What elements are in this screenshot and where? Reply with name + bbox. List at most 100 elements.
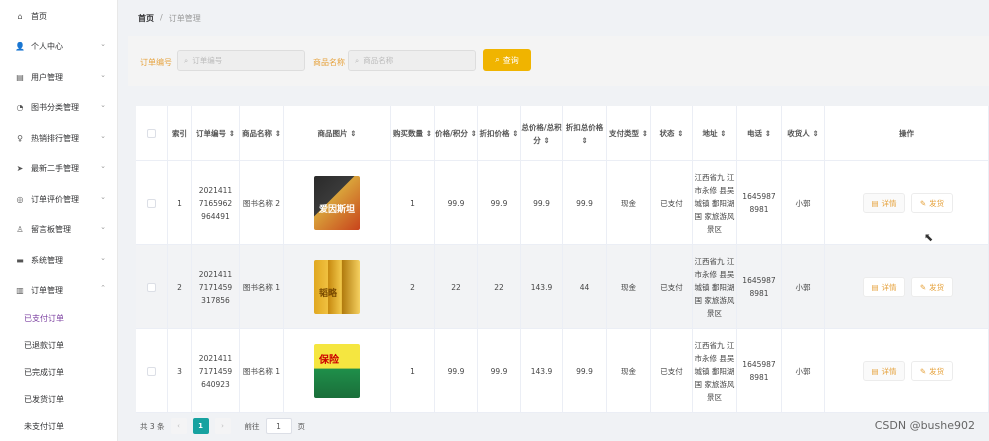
checkbox[interactable] bbox=[147, 198, 156, 208]
cell-product-name: 图书名称 1 bbox=[240, 329, 284, 413]
cell-pay-type: 现金 bbox=[607, 245, 651, 329]
cell-status: 已支付 bbox=[651, 245, 693, 329]
col-price[interactable]: 价格/积分 ⇕ bbox=[435, 106, 478, 161]
ship-button[interactable]: ✎ 发货 bbox=[911, 361, 953, 381]
sidebar-item-label: 订单评价管理 bbox=[31, 194, 79, 204]
sidebar-item-secondhand[interactable]: ➤ 最新二手管理 ⌄ bbox=[0, 155, 118, 181]
col-quantity[interactable]: 购买数量 ⇕ bbox=[391, 106, 435, 161]
col-order-no[interactable]: 订单编号 ⇕ bbox=[192, 106, 240, 161]
sidebar-sub-shipped[interactable]: 已发货订单 bbox=[0, 386, 118, 412]
sidebar-item-category[interactable]: ◔ 图书分类管理 ⌄ bbox=[0, 94, 118, 120]
document-icon: ▤ bbox=[871, 366, 879, 376]
book-cover-image: 韬略 bbox=[314, 260, 360, 314]
clock-icon: ◔ bbox=[16, 102, 24, 112]
sidebar-item-label: 个人中心 bbox=[31, 41, 63, 51]
chevron-down-icon: ⌄ bbox=[100, 71, 106, 79]
col-product-name[interactable]: 商品名称 ⇕ bbox=[240, 106, 284, 161]
chevron-down-icon: ⌄ bbox=[100, 162, 106, 170]
order-no-input[interactable]: ⌕ 订单编号 bbox=[177, 50, 305, 71]
cell-status: 已支付 bbox=[651, 161, 693, 245]
sidebar-item-hot[interactable]: ♀ 热销排行管理 ⌄ bbox=[0, 125, 118, 151]
chat-icon: ◎ bbox=[16, 194, 24, 204]
cell-index: 2 bbox=[168, 245, 192, 329]
col-product-image[interactable]: 商品图片 ⇕ bbox=[284, 106, 391, 161]
row-checkbox-cell[interactable] bbox=[136, 161, 168, 245]
cell-pay-type: 现金 bbox=[607, 161, 651, 245]
col-discount-total[interactable]: 折扣总价格 ⇕ bbox=[563, 106, 607, 161]
user-icon: 👤 bbox=[15, 41, 25, 51]
col-phone[interactable]: 电话 ⇕ bbox=[737, 106, 782, 161]
next-page-button[interactable]: › bbox=[214, 418, 231, 434]
chevron-down-icon: ⌄ bbox=[100, 101, 106, 109]
cell-phone: 1645987 8981 bbox=[737, 161, 782, 245]
product-name-input[interactable]: ⌕ 商品名称 bbox=[348, 50, 476, 71]
main-content: 首页 / 订单管理 订单编号 ⌕ 订单编号 商品名称 ⌕ 商品名称 ⌕ 查询 索… bbox=[118, 0, 989, 441]
page-jump-input[interactable]: 1 bbox=[265, 418, 292, 434]
col-status[interactable]: 状态 ⇕ bbox=[651, 106, 693, 161]
col-index: 索引 bbox=[168, 106, 192, 161]
row-checkbox-cell[interactable] bbox=[136, 329, 168, 413]
checkbox[interactable] bbox=[147, 282, 156, 292]
table-row: 1 2021411 7165962 964491 图书名称 2 爱因斯坦 1 9… bbox=[136, 161, 989, 245]
breadcrumb-home[interactable]: 首页 bbox=[138, 13, 154, 24]
detail-button[interactable]: ▤ 详情 bbox=[863, 361, 905, 381]
sidebar-item-home[interactable]: ⌂ 首页 bbox=[0, 3, 118, 29]
order-icon: ▥ bbox=[16, 285, 24, 295]
sidebar-item-label: 最新二手管理 bbox=[31, 163, 79, 173]
breadcrumb-separator: / bbox=[160, 13, 163, 22]
chevron-right-icon: › bbox=[221, 422, 224, 430]
sidebar-item-orders[interactable]: ▥ 订单管理 ⌃ bbox=[0, 277, 118, 303]
col-discount[interactable]: 折扣价格 ⇕ bbox=[478, 106, 521, 161]
checkbox[interactable] bbox=[147, 366, 156, 376]
col-address[interactable]: 地址 ⇕ bbox=[693, 106, 737, 161]
cell-quantity: 2 bbox=[391, 245, 435, 329]
sidebar-item-board[interactable]: ♙ 留言板管理 ⌄ bbox=[0, 216, 118, 242]
cell-product-image: 保险 bbox=[284, 329, 391, 413]
col-total[interactable]: 总价格/总积分 ⇕ bbox=[521, 106, 563, 161]
query-button[interactable]: ⌕ 查询 bbox=[483, 49, 531, 71]
sidebar-item-label: 热销排行管理 bbox=[31, 133, 79, 143]
sidebar-item-review[interactable]: ◎ 订单评价管理 ⌄ bbox=[0, 186, 118, 212]
sidebar-item-users[interactable]: ▤ 用户管理 ⌄ bbox=[0, 64, 118, 90]
sidebar-sub-paid[interactable]: 已支付订单 bbox=[0, 305, 118, 331]
sidebar-item-label: 系统管理 bbox=[31, 255, 63, 265]
bulb-icon: ♀ bbox=[17, 133, 23, 143]
chevron-down-icon: ⌄ bbox=[100, 223, 106, 231]
cell-receiver: 小郭 bbox=[782, 245, 825, 329]
prev-page-button[interactable]: ‹ bbox=[170, 418, 187, 434]
sidebar-sub-refunded[interactable]: 已退款订单 bbox=[0, 332, 118, 358]
cell-order-no: 2021411 7171459 317856 bbox=[192, 245, 240, 329]
col-pay-type[interactable]: 支付类型 ⇕ bbox=[607, 106, 651, 161]
page-number-current[interactable]: 1 bbox=[192, 418, 209, 434]
orders-table: 索引 订单编号 ⇕ 商品名称 ⇕ 商品图片 ⇕ 购买数量 ⇕ 价格/积分 ⇕ 折… bbox=[136, 106, 989, 413]
ship-button[interactable]: ✎ 发货 bbox=[911, 193, 953, 213]
col-receiver[interactable]: 收货人 ⇕ bbox=[782, 106, 825, 161]
cell-total: 143.9 bbox=[521, 245, 563, 329]
cell-total: 99.9 bbox=[521, 161, 563, 245]
sidebar-sub-unpaid[interactable]: 未支付订单 bbox=[0, 413, 118, 439]
board-icon: ♙ bbox=[16, 224, 24, 234]
detail-button[interactable]: ▤ 详情 bbox=[863, 193, 905, 213]
cell-product-image: 韬略 bbox=[284, 245, 391, 329]
select-all-checkbox-cell[interactable] bbox=[136, 106, 168, 161]
sidebar-sub-completed[interactable]: 已完成订单 bbox=[0, 359, 118, 385]
ship-button[interactable]: ✎ 发货 bbox=[911, 277, 953, 297]
cell-quantity: 1 bbox=[391, 329, 435, 413]
cell-index: 3 bbox=[168, 329, 192, 413]
cell-order-no: 2021411 7171459 640923 bbox=[192, 329, 240, 413]
search-icon: ⌕ bbox=[184, 55, 189, 65]
cell-order-no: 2021411 7165962 964491 bbox=[192, 161, 240, 245]
users-icon: ▤ bbox=[16, 72, 24, 82]
checkbox[interactable] bbox=[147, 129, 156, 138]
detail-button[interactable]: ▤ 详情 bbox=[863, 277, 905, 297]
document-icon: ▤ bbox=[871, 282, 879, 292]
row-checkbox-cell[interactable] bbox=[136, 245, 168, 329]
order-no-label: 订单编号 bbox=[140, 58, 172, 67]
cell-total: 143.9 bbox=[521, 329, 563, 413]
sidebar-item-personal[interactable]: 👤 个人中心 ⌄ bbox=[0, 33, 118, 59]
sidebar: ⌂ 首页 👤 个人中心 ⌄ ▤ 用户管理 ⌄ ◔ 图书分类管理 ⌄ ♀ 热销排行… bbox=[0, 0, 118, 441]
breadcrumb-current: 订单管理 bbox=[168, 14, 201, 23]
cell-pay-type: 现金 bbox=[607, 329, 651, 413]
sidebar-item-system[interactable]: ▬ 系统管理 ⌄ bbox=[0, 247, 118, 273]
col-actions: 操作 bbox=[825, 106, 989, 161]
